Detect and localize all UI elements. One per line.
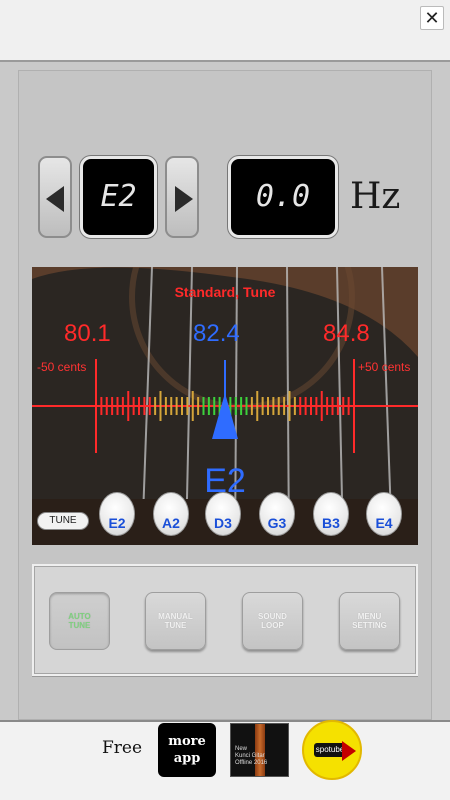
top-bar: ✕ <box>0 0 450 62</box>
freq-target-label: 82.4 <box>193 320 240 347</box>
string-button-e2[interactable]: E2 <box>99 492 135 536</box>
string-button-b3[interactable]: B3 <box>313 492 349 536</box>
frequency-unit: Hz <box>350 176 401 217</box>
tuning-name: Standard, Tune <box>174 284 276 300</box>
string-button-a2[interactable]: A2 <box>153 492 189 536</box>
next-string-button[interactable] <box>165 156 199 238</box>
play-icon <box>342 741 356 761</box>
spotube-app-ad[interactable]: spotube <box>302 720 362 780</box>
arrow-right-icon <box>175 186 193 212</box>
footer-bar <box>0 720 450 800</box>
sound-loop-button[interactable]: SOUND LOOP <box>242 592 303 650</box>
close-icon[interactable]: ✕ <box>420 6 444 30</box>
frequency-display: 0.0 <box>228 156 338 238</box>
tune-toggle[interactable]: TUNE <box>37 512 89 530</box>
ad-line2: Kunci Gitar <box>235 753 265 759</box>
more-app-line2: app <box>173 751 201 766</box>
string-button-d3[interactable]: D3 <box>205 492 241 536</box>
previous-string-button[interactable] <box>38 156 72 238</box>
guitar-chords-app-ad[interactable]: New Kunci Gitar Offline 2016 <box>230 723 289 777</box>
cents-high-label: +50 cents <box>358 360 411 374</box>
menu-setting-button[interactable]: MENU SETTING <box>339 592 400 650</box>
auto-tune-button[interactable]: AUTO TUNE <box>49 592 110 650</box>
freq-high-label: 84.8 <box>323 320 370 347</box>
string-display: E2 <box>80 156 157 238</box>
string-button-e4[interactable]: E4 <box>366 492 402 536</box>
more-app-line1: more <box>168 734 206 749</box>
ad-text: New Kunci Gitar Offline 2016 <box>235 746 267 767</box>
more-app-button[interactable]: more app <box>158 723 216 777</box>
freq-low-label: 80.1 <box>64 320 111 347</box>
manual-tune-button[interactable]: MANUAL TUNE <box>145 592 206 650</box>
arrow-left-icon <box>46 186 64 212</box>
ad-line1: New <box>235 746 248 752</box>
ad-line3: Offline 2016 <box>235 760 268 766</box>
free-label: Free <box>102 738 143 758</box>
cents-low-label: -50 cents <box>37 360 87 374</box>
string-button-g3[interactable]: G3 <box>259 492 295 536</box>
